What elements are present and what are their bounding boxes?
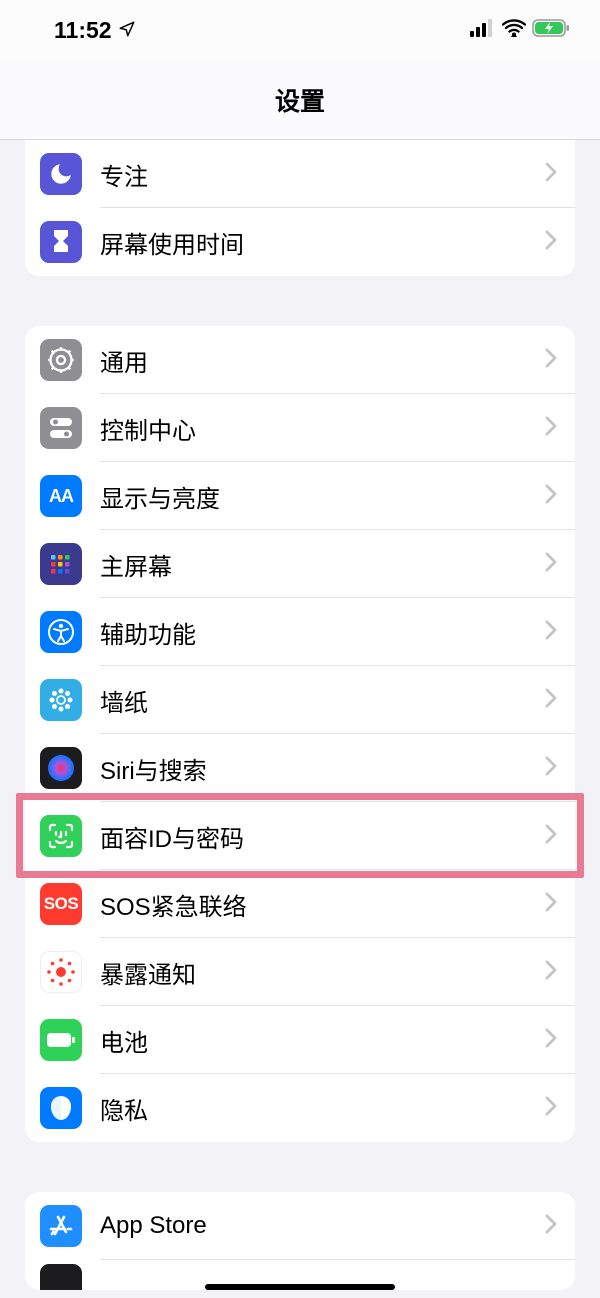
wallpaper-icon: [40, 679, 82, 721]
row-label: 暴露通知: [100, 955, 545, 990]
battery-icon: [532, 19, 570, 42]
row-general[interactable]: 通用: [25, 326, 575, 394]
page-title-text: 设置: [275, 82, 325, 118]
row-label: 控制中心: [100, 411, 545, 446]
control-center-icon: [40, 407, 82, 449]
chevron-right-icon: [545, 1214, 557, 1239]
row-battery[interactable]: 电池: [25, 1006, 575, 1074]
page-title: 设置: [0, 60, 600, 140]
row-exposure[interactable]: 暴露通知: [25, 938, 575, 1006]
settings-group-2: 通用 控制中心 AA 显示与亮度 主屏幕: [25, 326, 575, 1142]
row-label: SOS紧急联络: [100, 887, 545, 922]
home-screen-icon: [40, 543, 82, 585]
chevron-right-icon: [545, 416, 557, 441]
gear-icon: [40, 339, 82, 381]
chevron-right-icon: [545, 348, 557, 373]
row-label: 电池: [100, 1023, 545, 1058]
wallet-icon-partial: [40, 1264, 82, 1290]
row-label: 屏幕使用时间: [100, 225, 545, 260]
row-label: 面容ID与密码: [100, 819, 545, 854]
row-sos[interactable]: SOS SOS紧急联络: [25, 870, 575, 938]
privacy-icon: [40, 1087, 82, 1129]
row-control-center[interactable]: 控制中心: [25, 394, 575, 462]
chevron-right-icon: [545, 892, 557, 917]
row-home-screen[interactable]: 主屏幕: [25, 530, 575, 598]
siri-icon: [40, 747, 82, 789]
row-accessibility[interactable]: 辅助功能: [25, 598, 575, 666]
chevron-right-icon: [545, 552, 557, 577]
chevron-right-icon: [545, 620, 557, 645]
row-focus[interactable]: 专注: [25, 140, 575, 208]
sos-icon: SOS: [40, 883, 82, 925]
focus-icon: [40, 153, 82, 195]
screentime-icon: [40, 221, 82, 263]
chevron-right-icon: [545, 1028, 557, 1053]
row-label: 专注: [100, 157, 545, 192]
battery-row-icon: [40, 1019, 82, 1061]
row-label: 隐私: [100, 1091, 545, 1126]
settings-group-1: 专注 屏幕使用时间: [25, 140, 575, 276]
row-label: 辅助功能: [100, 615, 545, 650]
row-faceid[interactable]: 面容ID与密码: [25, 802, 575, 870]
chevron-right-icon: [545, 960, 557, 985]
location-icon: [118, 17, 136, 44]
row-wallpaper[interactable]: 墙纸: [25, 666, 575, 734]
row-label: App Store: [100, 1212, 545, 1240]
wifi-icon: [502, 19, 526, 42]
chevron-right-icon: [545, 756, 557, 781]
chevron-right-icon: [545, 230, 557, 255]
row-label: 通用: [100, 343, 545, 378]
row-label: 主屏幕: [100, 547, 545, 582]
settings-group-3: App Store: [25, 1192, 575, 1290]
chevron-right-icon: [545, 824, 557, 849]
appstore-icon: [40, 1205, 82, 1247]
row-privacy[interactable]: 隐私: [25, 1074, 575, 1142]
row-label: Siri与搜索: [100, 751, 545, 786]
status-time: 11:52: [54, 17, 112, 44]
row-screentime[interactable]: 屏幕使用时间: [25, 208, 575, 276]
home-indicator[interactable]: [205, 1284, 395, 1291]
chevron-right-icon: [545, 688, 557, 713]
cellular-icon: [470, 19, 496, 42]
row-appstore[interactable]: App Store: [25, 1192, 575, 1260]
display-icon: AA: [40, 475, 82, 517]
row-label: 显示与亮度: [100, 479, 545, 514]
chevron-right-icon: [545, 1096, 557, 1121]
status-bar: 11:52: [0, 0, 600, 60]
exposure-icon: [40, 951, 82, 993]
accessibility-icon: [40, 611, 82, 653]
chevron-right-icon: [545, 162, 557, 187]
row-siri[interactable]: Siri与搜索: [25, 734, 575, 802]
chevron-right-icon: [545, 484, 557, 509]
row-display[interactable]: AA 显示与亮度: [25, 462, 575, 530]
row-label: 墙纸: [100, 683, 545, 718]
faceid-icon: [40, 815, 82, 857]
